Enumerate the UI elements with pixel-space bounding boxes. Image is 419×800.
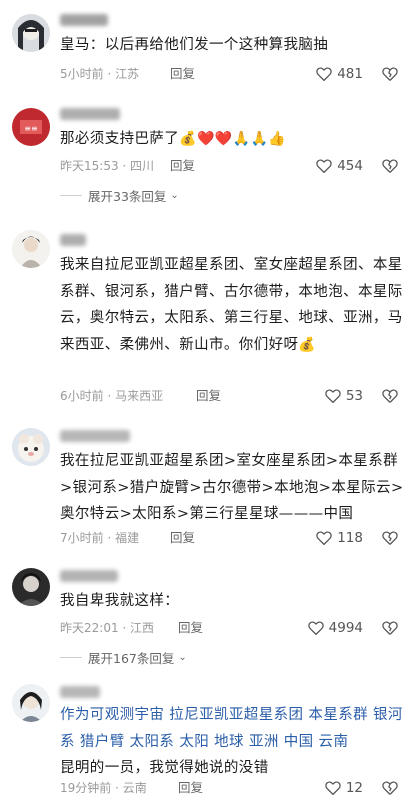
avatar[interactable] [12, 684, 50, 722]
svg-text:≡≡: ≡≡ [24, 124, 37, 133]
comment-body-line2: 昆明的一员，我觉得她说的没错 [60, 760, 269, 776]
comment-time-location: 昨天22:01 · 江西 [60, 621, 155, 635]
comment-time-location: 昨天15:53 · 四川 [60, 159, 155, 173]
comment-item: 作为可观测宇宙 拉尼亚凯亚超星系团 本星系群 银河系 猎户臂 太阳系 太阳 地球… [0, 680, 419, 800]
heart-icon [316, 531, 332, 546]
broken-heart-icon [382, 389, 398, 403]
comment-text: 我自卑我就这样： [60, 588, 405, 615]
like-button[interactable]: 118 [315, 528, 363, 548]
comment-time-location: 6小时前 · 马来西亚 [60, 389, 164, 403]
heart-icon [325, 781, 341, 796]
avatar[interactable] [12, 568, 50, 606]
comment-time-location: 19分钟前 · 云南 [60, 781, 147, 795]
comment-time-location: 7小时前 · 福建 [60, 531, 140, 545]
comment-meta: 昨天15:53 · 四川 回复 454 [60, 156, 407, 176]
comment-text: 我在拉尼亚凯亚超星系团>室女座星系团>本星系群>银河系>猎户旋臂>古尔德带>本地… [60, 448, 405, 528]
comment-body: 我自卑我就这样： [60, 593, 180, 609]
username[interactable] [60, 108, 120, 120]
like-button[interactable]: 12 [324, 778, 363, 798]
reply-button[interactable]: 回复 [178, 778, 203, 798]
like-count: 53 [345, 388, 363, 404]
comment-prefix: 皇马： [60, 37, 105, 53]
dislike-button[interactable] [381, 618, 399, 638]
comment-item: 我来自拉尼亚凯亚超星系团、室女座超星系团、本星系群、银河系，猎户臂、古尔德带，本… [0, 228, 419, 418]
comment-item: ≡≡ 那必须支持巴萨了💰❤️❤️🙏🙏👍 昨天15:53 · 四川 回复 454 … [0, 98, 419, 213]
avatar[interactable] [12, 428, 50, 466]
reply-button[interactable]: 回复 [170, 64, 195, 84]
comment-meta: 6小时前 · 马来西亚 回复 53 [60, 386, 407, 406]
chevron-down-icon: ⌄ [178, 651, 187, 663]
heart-icon [316, 159, 332, 174]
like-count: 481 [337, 66, 363, 82]
like-count: 118 [337, 530, 363, 546]
dislike-button[interactable] [381, 778, 399, 798]
heart-icon [316, 67, 332, 82]
comment-meta: 7小时前 · 福建 回复 118 [60, 528, 407, 548]
like-count: 454 [337, 158, 363, 174]
username[interactable] [60, 14, 108, 26]
comment-text: 那必须支持巴萨了💰❤️❤️🙏🙏👍 [60, 126, 405, 153]
expand-replies-button[interactable]: 展开33条回复 ⌄ [60, 184, 179, 206]
like-button[interactable]: 53 [324, 386, 363, 406]
expand-replies-label: 展开167条回复 [88, 650, 175, 666]
comment-body: 以后再给他们发一个这种算我脑抽 [104, 37, 329, 53]
comment-item: 我在拉尼亚凯亚超星系团>室女座星系团>本星系群>银河系>猎户旋臂>古尔德带>本地… [0, 424, 419, 554]
reply-button[interactable]: 回复 [196, 386, 221, 406]
dislike-button[interactable] [381, 528, 399, 548]
reply-button[interactable]: 回复 [178, 618, 203, 638]
expand-replies-label: 展开33条回复 [88, 188, 167, 204]
username[interactable] [60, 234, 86, 246]
divider [60, 656, 82, 658]
reply-button[interactable]: 回复 [170, 156, 195, 176]
comment-item: 皇马：以后再给他们发一个这种算我脑抽 5小时前 · 江苏 回复 481 [0, 0, 419, 95]
broken-heart-icon [382, 67, 398, 81]
like-button[interactable]: 4994 [307, 618, 363, 638]
like-button[interactable]: 481 [315, 64, 363, 84]
comment-body: 那必须支持巴萨了 [60, 131, 180, 147]
comment-body: 我来自拉尼亚凯亚超星系团、室女座超星系团、本星系群、银河系，猎户臂、古尔德带，本… [60, 257, 403, 353]
broken-heart-icon [382, 621, 398, 635]
username[interactable] [60, 570, 118, 582]
heart-icon [307, 621, 324, 636]
comment-text: 皇马：以后再给他们发一个这种算我脑抽 [60, 32, 405, 59]
avatar[interactable] [12, 230, 50, 268]
divider [60, 194, 82, 196]
comment-meta: 19分钟前 · 云南 回复 12 [60, 778, 407, 798]
reply-button[interactable]: 回复 [170, 528, 195, 548]
broken-heart-icon [382, 781, 398, 795]
emoji: 💰❤️❤️🙏🙏👍 [179, 131, 287, 147]
like-button[interactable]: 454 [315, 156, 363, 176]
avatar[interactable]: ≡≡ [12, 108, 50, 146]
like-count: 12 [345, 780, 363, 796]
comment-text: 作为可观测宇宙 拉尼亚凯亚超星系团 本星系群 银河系 猎户臂 太阳系 太阳 地球… [60, 702, 405, 782]
username[interactable] [60, 430, 130, 442]
like-count: 4994 [328, 620, 363, 636]
broken-heart-icon [382, 531, 398, 545]
emoji: 💰 [298, 336, 317, 353]
comment-body: 我在拉尼亚凯亚超星系团>室女座星系团>本星系群>银河系>猎户旋臂>古尔德带>本地… [60, 453, 404, 522]
username[interactable] [60, 686, 100, 698]
expand-replies-button[interactable]: 展开167条回复 ⌄ [60, 646, 187, 668]
comment-meta: 5小时前 · 江苏 回复 481 [60, 64, 407, 84]
comment-body: 作为可观测宇宙 拉尼亚凯亚超星系团 本星系群 银河系 猎户臂 太阳系 太阳 地球… [60, 707, 403, 750]
chevron-down-icon: ⌄ [170, 189, 179, 201]
comment-meta: 昨天22:01 · 江西 回复 4994 [60, 618, 407, 638]
dislike-button[interactable] [381, 386, 399, 406]
comment-text: 我来自拉尼亚凯亚超星系团、室女座超星系团、本星系群、银河系，猎户臂、古尔德带，本… [60, 252, 405, 358]
heart-icon [325, 389, 341, 404]
avatar[interactable] [12, 14, 50, 52]
dislike-button[interactable] [381, 64, 399, 84]
dislike-button[interactable] [381, 156, 399, 176]
comment-item: 我自卑我就这样： 昨天22:01 · 江西 回复 4994 展开167条回复 ⌄ [0, 566, 419, 676]
comment-time-location: 5小时前 · 江苏 [60, 67, 140, 81]
broken-heart-icon [382, 159, 398, 173]
